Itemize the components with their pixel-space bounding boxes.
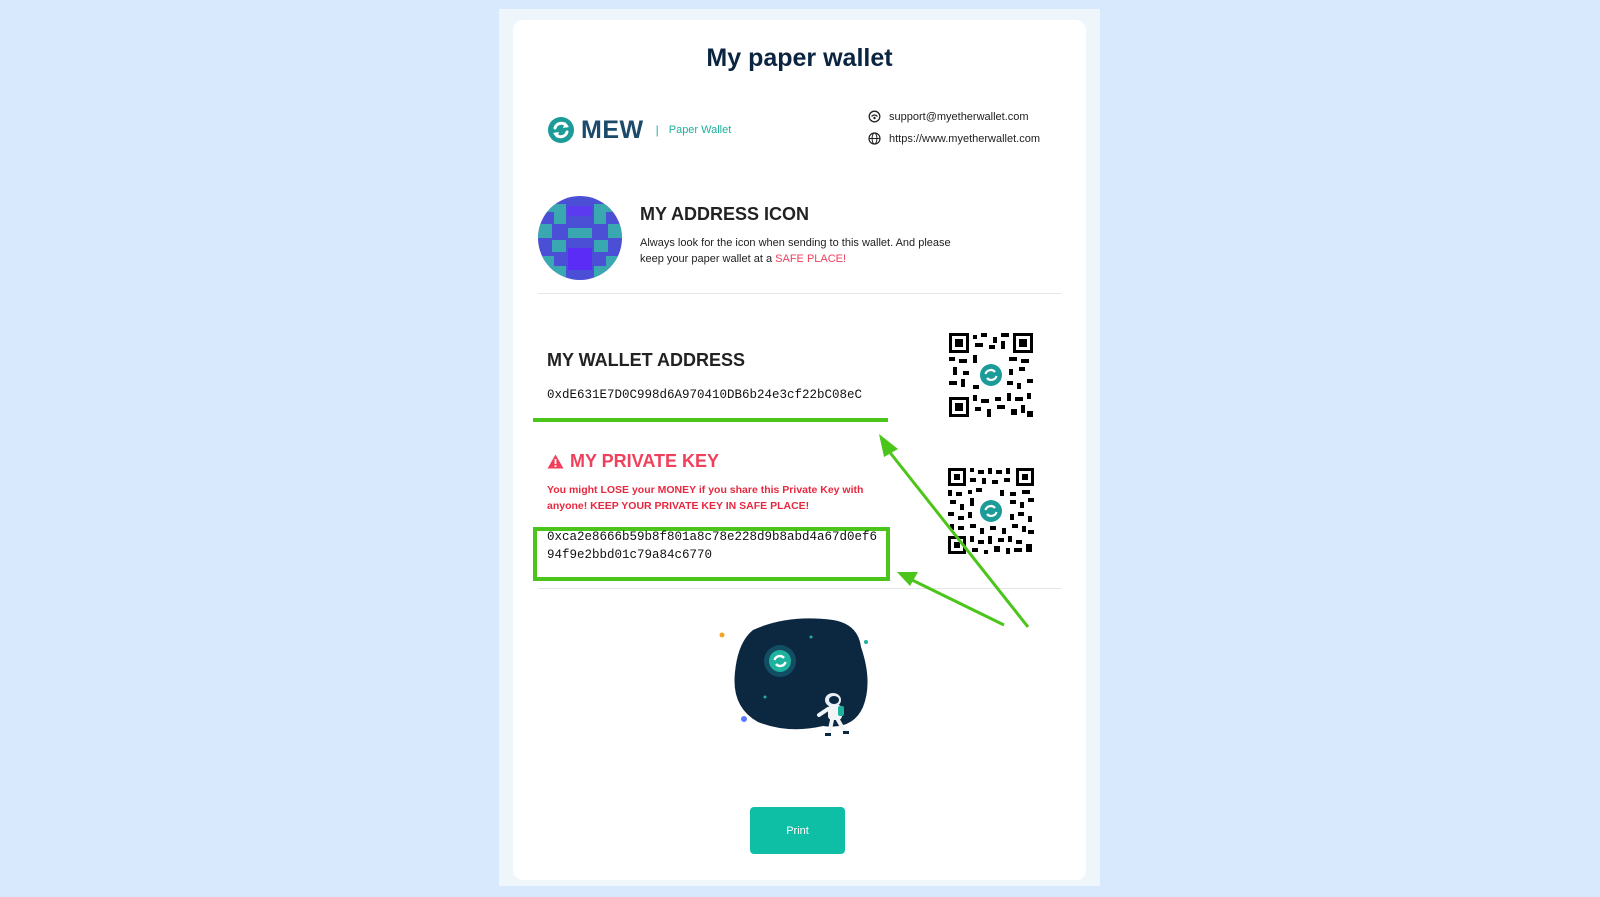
logo-subtitle: Paper Wallet <box>668 124 732 136</box>
address-icon-description: Always look for the icon when sending to… <box>640 235 960 267</box>
private-key-value: 0xca2e8666b59b8f801a8c78e228d9b8abd4a67d… <box>547 528 877 564</box>
private-key-heading: MY PRIVATE KEY <box>570 451 720 471</box>
logo-separator: | <box>655 123 659 137</box>
wallet-address-highlight-underline <box>533 418 888 422</box>
safe-place-text: SAFE PLACE! <box>775 253 847 265</box>
private-key-line-1: 0xca2e8666b59b8f801a8c78e228d9b8abd4a67d… <box>547 530 878 544</box>
astronaut-illustration <box>719 618 868 736</box>
mew-logo: MEW | Paper Wallet <box>547 116 731 144</box>
warning-icon <box>547 454 564 469</box>
private-key-heading-row: MY PRIVATE KEY <box>547 451 719 472</box>
wallet-address-qr-code <box>949 333 1033 417</box>
support-icon <box>868 110 881 123</box>
paper-wallet-card: My paper wallet MEW | Paper Wallet suppo… <box>513 20 1086 880</box>
private-key-line-2: 94f9e2bbd01c79a84c6770 <box>547 548 713 562</box>
wallet-address-value: 0xdE631E7D0C998d6A970410DB6b24e3cf22bC08… <box>547 388 863 402</box>
globe-icon <box>868 132 881 145</box>
address-icon-heading: MY ADDRESS ICON <box>640 204 810 224</box>
contact-email: support@myetherwallet.com <box>868 110 1029 123</box>
mew-logo-icon <box>548 117 574 143</box>
wallet-address-heading: MY WALLET ADDRESS <box>547 350 746 370</box>
contact-website-text: https://www.myetherwallet.com <box>889 132 1040 145</box>
print-button[interactable]: Print <box>750 807 845 854</box>
address-identicon <box>538 196 622 280</box>
contact-email-text: support@myetherwallet.com <box>889 110 1029 123</box>
section-divider-2 <box>538 588 1061 589</box>
logo-wordmark: MEW <box>581 115 644 144</box>
contact-website: https://www.myetherwallet.com <box>868 132 1040 145</box>
private-key-qr-code <box>948 468 1034 554</box>
private-key-warning: You might LOSE your MONEY if you share t… <box>547 484 864 512</box>
page-title: My paper wallet <box>706 44 893 72</box>
section-divider <box>538 293 1061 294</box>
